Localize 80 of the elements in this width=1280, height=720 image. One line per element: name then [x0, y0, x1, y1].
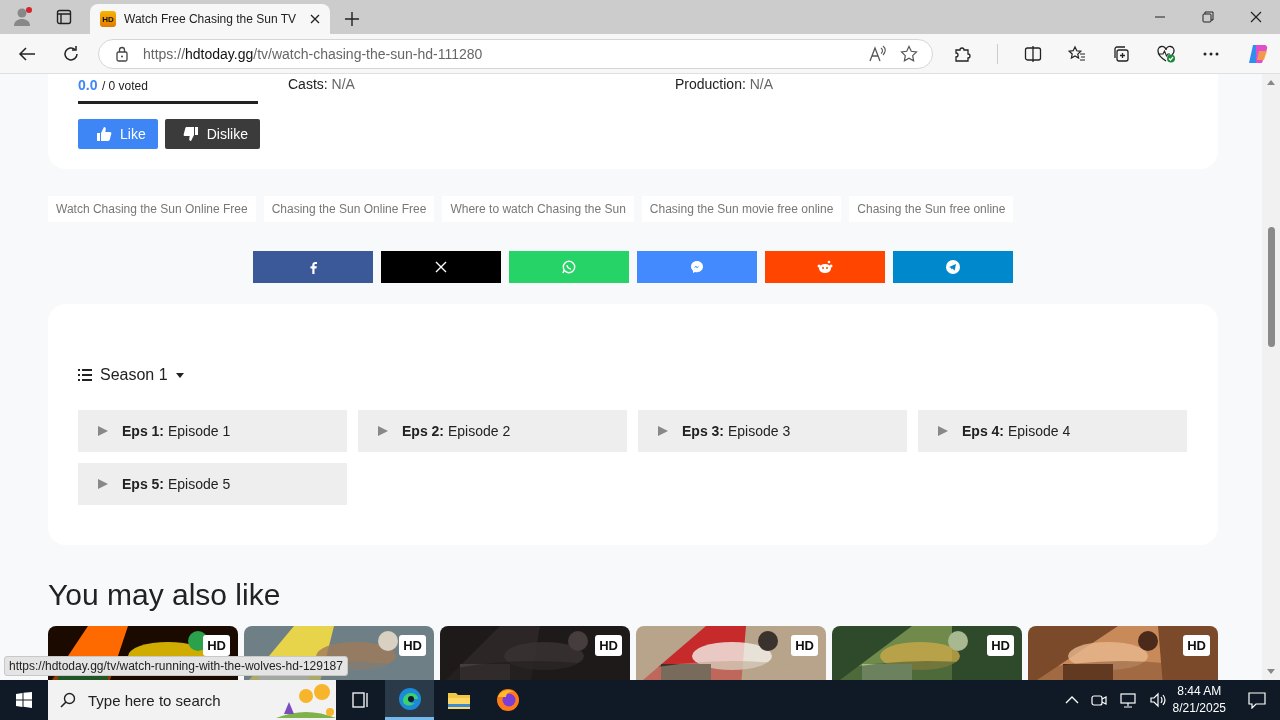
scroll-down-icon[interactable] — [1267, 669, 1275, 674]
star-icon[interactable] — [900, 44, 918, 63]
camera-icon[interactable] — [1090, 692, 1107, 708]
caret-icon — [175, 372, 184, 378]
play-icon — [938, 426, 948, 436]
scroll-up-icon[interactable] — [1267, 80, 1275, 85]
tab-actions-icon[interactable] — [56, 9, 72, 25]
thumbs-up-icon — [96, 126, 112, 142]
season-dropdown[interactable]: Season 1 — [78, 366, 184, 384]
play-icon — [98, 426, 108, 436]
volume-icon[interactable] — [1148, 692, 1167, 708]
episode-item[interactable]: Eps 1: Episode 1 — [78, 410, 347, 452]
info-text: Production: N/A — [675, 76, 775, 94]
tag-link[interactable]: Where to watch Chasing the Sun — [442, 196, 634, 222]
firefox-icon[interactable] — [495, 688, 520, 712]
play-icon — [658, 426, 668, 436]
health-icon[interactable] — [1156, 44, 1176, 63]
new-tab-icon[interactable] — [344, 11, 360, 27]
close-icon[interactable] — [1250, 11, 1262, 23]
list-icon — [78, 369, 92, 381]
thumbs-down-icon — [182, 126, 199, 142]
collections-icon[interactable] — [1112, 44, 1130, 63]
flowers-drawing — [276, 682, 336, 718]
profile-icon[interactable] — [12, 6, 34, 28]
dislike-button[interactable]: Dislike — [164, 119, 260, 149]
split-screen-icon[interactable] — [1024, 44, 1042, 63]
quality-badge: HD — [1183, 635, 1210, 656]
rating-text: 0.0 / 0 voted — [78, 76, 148, 93]
puzzle-icon[interactable] — [953, 44, 971, 63]
play-icon — [378, 426, 388, 436]
section-heading: You may also like — [48, 578, 282, 612]
quality-badge: HD — [203, 635, 230, 656]
quality-badge: HD — [791, 635, 818, 656]
whatsapp-icon — [562, 260, 576, 274]
edge-browser-icon[interactable] — [397, 686, 422, 711]
share-button[interactable] — [765, 251, 885, 283]
like-button[interactable]: Like — [78, 119, 158, 149]
folder-icon[interactable] — [446, 690, 471, 710]
close-icon[interactable] — [310, 14, 320, 24]
quality-badge: HD — [595, 635, 622, 656]
telegram-icon — [946, 260, 960, 274]
network-icon[interactable] — [1118, 692, 1137, 708]
x-logo-icon — [435, 261, 447, 273]
reddit-icon — [817, 260, 833, 274]
favorites-icon[interactable] — [1068, 44, 1086, 63]
quality-badge: HD — [987, 635, 1014, 656]
episode-item[interactable]: Eps 3: Episode 3 — [638, 410, 907, 452]
chevron-up-icon[interactable] — [1064, 696, 1079, 704]
browser-tab[interactable]: HD Watch Free Chasing the Sun TV — [90, 4, 330, 34]
taskbar-search-field[interactable]: Type here to search — [48, 680, 336, 720]
info-text: Casts: N/A — [288, 76, 356, 94]
tag-link[interactable]: Watch Chasing the Sun Online Free — [48, 196, 256, 222]
facebook-icon — [309, 260, 317, 274]
tag-link[interactable]: Chasing the Sun movie free online — [641, 196, 842, 222]
share-button[interactable] — [637, 251, 757, 283]
share-button[interactable] — [893, 251, 1013, 283]
scrollbar[interactable] — [1262, 74, 1280, 680]
episode-item[interactable]: Eps 2: Episode 2 — [358, 410, 627, 452]
episode-item[interactable]: Eps 5: Episode 5 — [78, 463, 347, 505]
task-view-icon[interactable] — [351, 691, 370, 709]
scrollbar-thumb[interactable] — [1267, 227, 1275, 347]
messenger-icon — [690, 260, 704, 274]
tag-link[interactable]: Chasing the Sun Online Free — [263, 196, 435, 222]
back-icon[interactable] — [18, 44, 36, 63]
address-bar[interactable]: https://hdtoday.gg/tv/watch-chasing-the-sun-hd-111280 — [98, 38, 933, 69]
refresh-icon[interactable] — [62, 44, 80, 63]
lock-icon[interactable] — [115, 45, 129, 62]
search-icon — [60, 692, 76, 708]
play-icon — [98, 479, 108, 489]
episode-item[interactable]: Eps 4: Episode 4 — [918, 410, 1187, 452]
tag-link[interactable]: Chasing the Sun free online — [849, 196, 1014, 222]
site-favicon: HD — [100, 11, 116, 27]
restore-icon[interactable] — [1202, 11, 1214, 23]
status-url: https://hdtoday.gg/tv/watch-running-with-the-wolves-hd-129187 — [4, 656, 348, 676]
read-aloud-icon[interactable] — [868, 44, 886, 63]
quality-badge: HD — [399, 635, 426, 656]
taskbar-clock[interactable]: 8:44 AM 8/21/2025 — [1172, 683, 1226, 717]
windows-start-icon[interactable] — [16, 692, 32, 708]
notifications-icon[interactable] — [1248, 691, 1266, 709]
url-text: https://hdtoday.gg/tv/watch-chasing-the-sun-hd-111280 — [143, 45, 484, 62]
